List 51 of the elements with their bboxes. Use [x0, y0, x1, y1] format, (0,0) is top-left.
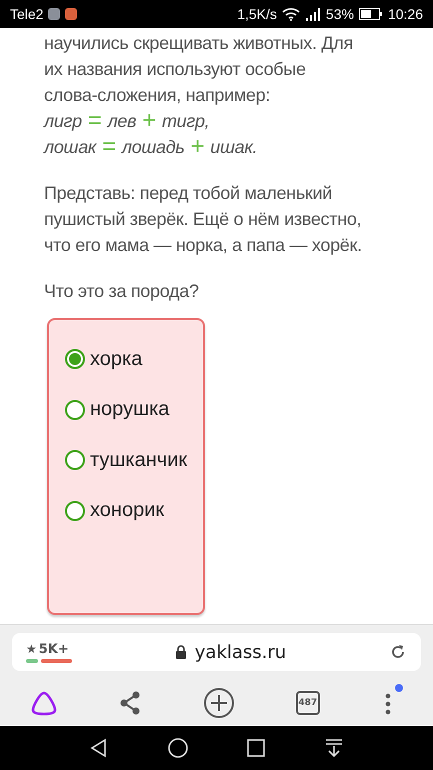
app-icon	[48, 8, 60, 20]
formula-word: ишак.	[210, 136, 258, 159]
home-icon[interactable]	[166, 737, 189, 759]
back-icon[interactable]	[88, 738, 109, 758]
share-icon[interactable]	[119, 691, 142, 715]
url-text: yaklass.ru	[194, 642, 286, 662]
formula-word: лошадь	[122, 136, 185, 159]
radio-button[interactable]	[65, 450, 85, 470]
reload-icon[interactable]	[389, 643, 407, 661]
radio-button[interactable]	[65, 500, 85, 521]
carrier-name: Tele2	[10, 6, 44, 22]
text-line: научились скрещивать животных. Для	[44, 32, 354, 55]
network-speed: 1,5K/s	[237, 6, 277, 22]
formula-word: лев	[108, 110, 136, 133]
tabs-button[interactable]: 487	[296, 691, 320, 715]
battery-percent: 53%	[326, 6, 354, 22]
formula-word: лигр	[44, 110, 82, 133]
address-bar[interactable]: ★5K+ yaklass.ru	[12, 633, 421, 671]
formula-word: лошак	[44, 136, 96, 159]
paragraph: Представь: перед тобой маленький пушистый зверёк. Ещё о нём известно, что его мама — норка, а папа — хорёк.	[44, 182, 363, 257]
notifications-icon[interactable]	[324, 738, 344, 758]
question-text: Что это за порода?	[44, 280, 200, 303]
clock: 10:26	[388, 6, 423, 22]
option-label: норушка	[90, 398, 170, 422]
answer-option[interactable]: хонорик	[65, 486, 164, 536]
option-label: тушканчик	[90, 448, 188, 472]
text-line: слова-сложения, например:	[44, 84, 272, 107]
radio-button[interactable]	[65, 400, 85, 420]
option-label: хонорик	[90, 499, 164, 522]
more-icon	[385, 692, 391, 716]
battery-icon	[358, 8, 383, 20]
math-symbol: +	[190, 134, 204, 160]
math-symbol: =	[102, 134, 116, 160]
recents-icon[interactable]	[246, 738, 266, 758]
option-label: хорка	[90, 348, 142, 371]
radio-button[interactable]	[65, 349, 85, 370]
add-icon[interactable]	[202, 687, 234, 719]
star-symbol: ★	[26, 642, 37, 656]
lock-icon	[174, 645, 187, 659]
math-symbol: +	[142, 108, 156, 134]
math-symbol: =	[88, 108, 102, 134]
text-line: их названия используют особые	[44, 58, 307, 81]
answer-option[interactable]: тушканчик	[65, 435, 188, 486]
wifi-icon	[282, 7, 300, 21]
rating-count: 5K+	[38, 642, 69, 656]
answer-option[interactable]: норушка	[65, 384, 170, 435]
signal-icon	[304, 8, 321, 20]
formula-word: тигр,	[162, 110, 210, 133]
app-icon	[65, 8, 78, 20]
triangle-icon[interactable]	[30, 690, 58, 716]
answer-option[interactable]: хорка	[65, 334, 142, 384]
